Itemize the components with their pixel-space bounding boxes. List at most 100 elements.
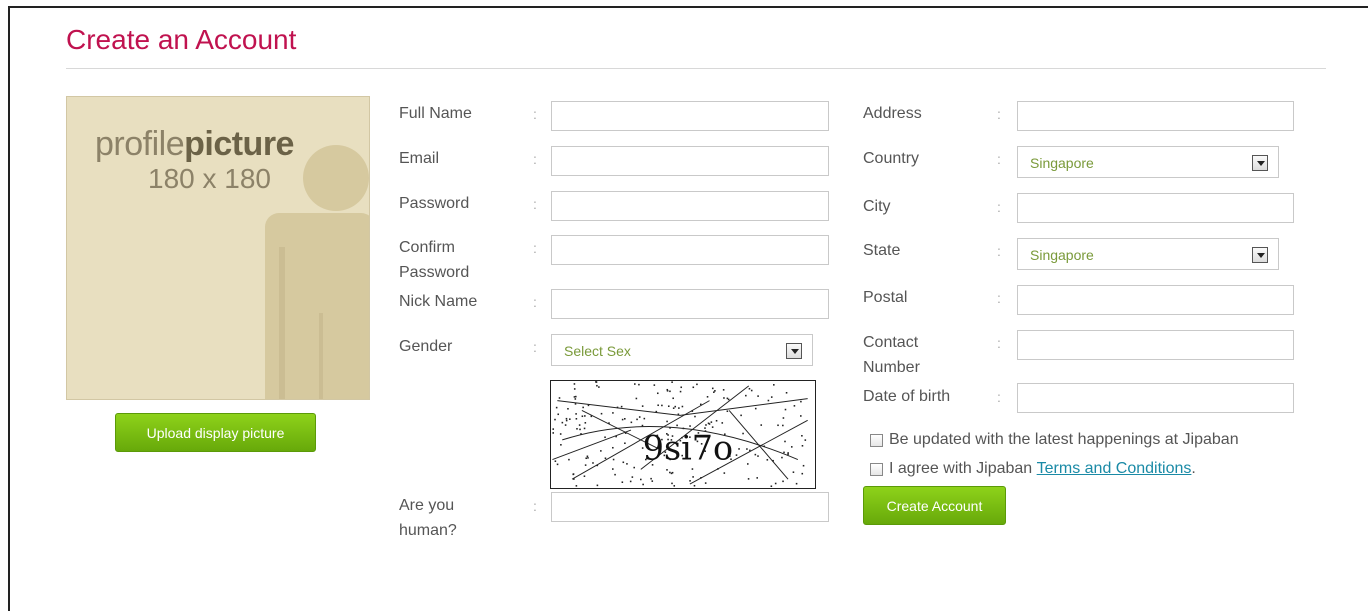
captcha-noise-dot bbox=[552, 428, 555, 430]
captcha-noise-dot bbox=[671, 381, 673, 383]
password-input[interactable] bbox=[551, 191, 829, 221]
captcha-noise-dot bbox=[633, 466, 635, 469]
captcha-noise-dot bbox=[795, 482, 798, 485]
captcha-noise-dot bbox=[574, 398, 577, 400]
gender-select[interactable]: Select Sex bbox=[551, 334, 813, 366]
captcha-noise-dot bbox=[790, 446, 793, 448]
dropdown-arrow-icon[interactable] bbox=[1252, 155, 1268, 171]
captcha-noise-dot bbox=[722, 389, 725, 391]
colon: : bbox=[997, 199, 1001, 215]
captcha-noise-dot bbox=[653, 384, 656, 386]
captcha-noise-dot bbox=[754, 453, 757, 456]
captcha-noise-dot bbox=[587, 457, 589, 459]
state-selected-value: Singapore bbox=[1030, 247, 1094, 263]
captcha-noise-dot bbox=[596, 464, 599, 467]
captcha-noise-dot bbox=[584, 415, 586, 417]
captcha-noise-dot bbox=[573, 388, 576, 390]
captcha-noise-dot bbox=[756, 477, 758, 479]
captcha-noise-dot bbox=[723, 397, 725, 399]
captcha-noise-dot bbox=[642, 483, 644, 486]
country-select[interactable]: Singapore bbox=[1017, 146, 1279, 178]
captcha-noise-dot bbox=[579, 428, 581, 431]
contact-label-1: Contact bbox=[863, 334, 919, 351]
captcha-noise-dot bbox=[651, 480, 654, 482]
silhouette-arm bbox=[279, 247, 285, 399]
captcha-noise-dot bbox=[715, 419, 718, 422]
captcha-noise-dot bbox=[782, 480, 784, 483]
upload-picture-button[interactable]: Upload display picture bbox=[115, 413, 316, 452]
captcha-noise-dot bbox=[575, 413, 577, 415]
captcha-noise-dot bbox=[640, 478, 642, 481]
captcha-noise-dot bbox=[624, 442, 626, 445]
terms-link[interactable]: Terms and Conditions bbox=[1037, 460, 1192, 478]
captcha-noise-dot bbox=[704, 482, 707, 484]
updates-checkbox-label: Be updated with the latest happenings at… bbox=[889, 431, 1239, 448]
captcha-noise-dot bbox=[757, 455, 759, 457]
captcha-noise-dot bbox=[696, 383, 698, 386]
nick-name-label: Nick Name bbox=[399, 293, 478, 310]
captcha-noise-dot bbox=[745, 394, 747, 397]
full-name-input[interactable] bbox=[551, 101, 829, 131]
captcha-noise-dot bbox=[604, 457, 607, 460]
address-label: Address bbox=[863, 105, 922, 122]
colon: : bbox=[997, 290, 1001, 306]
nick-name-input[interactable] bbox=[551, 289, 829, 319]
captcha-noise-dot bbox=[783, 451, 785, 454]
captcha-noise-dot bbox=[766, 459, 769, 461]
captcha-noise-dot bbox=[580, 433, 582, 435]
captcha-noise-dot bbox=[787, 453, 789, 456]
captcha-noise-dot bbox=[598, 386, 600, 388]
captcha-noise-dot bbox=[641, 424, 644, 427]
dropdown-arrow-icon[interactable] bbox=[1252, 247, 1268, 263]
captcha-image: 9si7o bbox=[550, 380, 816, 489]
postal-input[interactable] bbox=[1017, 285, 1294, 315]
captcha-noise-dot bbox=[782, 424, 784, 427]
captcha-noise-dot bbox=[689, 425, 691, 427]
captcha-noise-dot bbox=[585, 457, 587, 460]
confirm-password-input[interactable] bbox=[551, 235, 829, 265]
title-divider bbox=[66, 68, 1326, 69]
updates-checkbox-row: Be updated with the latest happenings at… bbox=[870, 431, 1239, 449]
city-input[interactable] bbox=[1017, 193, 1294, 223]
captcha-noise-dot bbox=[793, 405, 796, 407]
captcha-noise-dot bbox=[694, 415, 696, 418]
captcha-noise-dot bbox=[596, 484, 599, 487]
dropdown-arrow-icon[interactable] bbox=[786, 343, 802, 359]
captcha-answer-input[interactable] bbox=[551, 492, 829, 522]
captcha-noise-dot bbox=[669, 390, 671, 393]
captcha-noise-dot bbox=[596, 384, 598, 387]
captcha-noise-dot bbox=[556, 463, 559, 466]
silhouette-leg bbox=[319, 313, 323, 399]
updates-checkbox[interactable] bbox=[870, 433, 883, 447]
colon: : bbox=[533, 106, 537, 122]
captcha-noise-dot bbox=[604, 436, 606, 439]
captcha-noise-dot bbox=[561, 421, 564, 424]
confirm-password-label-1: Confirm bbox=[399, 239, 456, 256]
captcha-noise-dot bbox=[802, 464, 805, 467]
captcha-noise-dot bbox=[742, 432, 744, 435]
captcha-noise-dot bbox=[738, 448, 740, 450]
terms-checkbox[interactable] bbox=[870, 462, 883, 476]
captcha-noise-dot bbox=[671, 482, 673, 485]
terms-suffix: . bbox=[1191, 460, 1196, 477]
create-account-button[interactable]: Create Account bbox=[863, 486, 1006, 525]
email-input[interactable] bbox=[551, 146, 829, 176]
captcha-noise-dot bbox=[800, 400, 802, 403]
captcha-noise-dot bbox=[573, 478, 575, 480]
captcha-noise-dot bbox=[554, 460, 557, 462]
state-select[interactable]: Singapore bbox=[1017, 238, 1279, 270]
captcha-noise-dot bbox=[714, 390, 716, 392]
captcha-noise-dot bbox=[689, 480, 691, 482]
captcha-noise-dot bbox=[661, 404, 663, 407]
date-of-birth-input[interactable] bbox=[1017, 383, 1294, 413]
contact-number-input[interactable] bbox=[1017, 330, 1294, 360]
captcha-noise-dot bbox=[600, 412, 603, 415]
silhouette-head bbox=[303, 145, 369, 211]
colon: : bbox=[997, 335, 1001, 351]
address-input[interactable] bbox=[1017, 101, 1294, 131]
captcha-noise-dot bbox=[784, 440, 786, 443]
captcha-noise-dot bbox=[559, 433, 562, 435]
captcha-noise-dot bbox=[691, 468, 694, 470]
captcha-noise-dot bbox=[676, 424, 678, 427]
captcha-noise-dot bbox=[552, 432, 555, 434]
